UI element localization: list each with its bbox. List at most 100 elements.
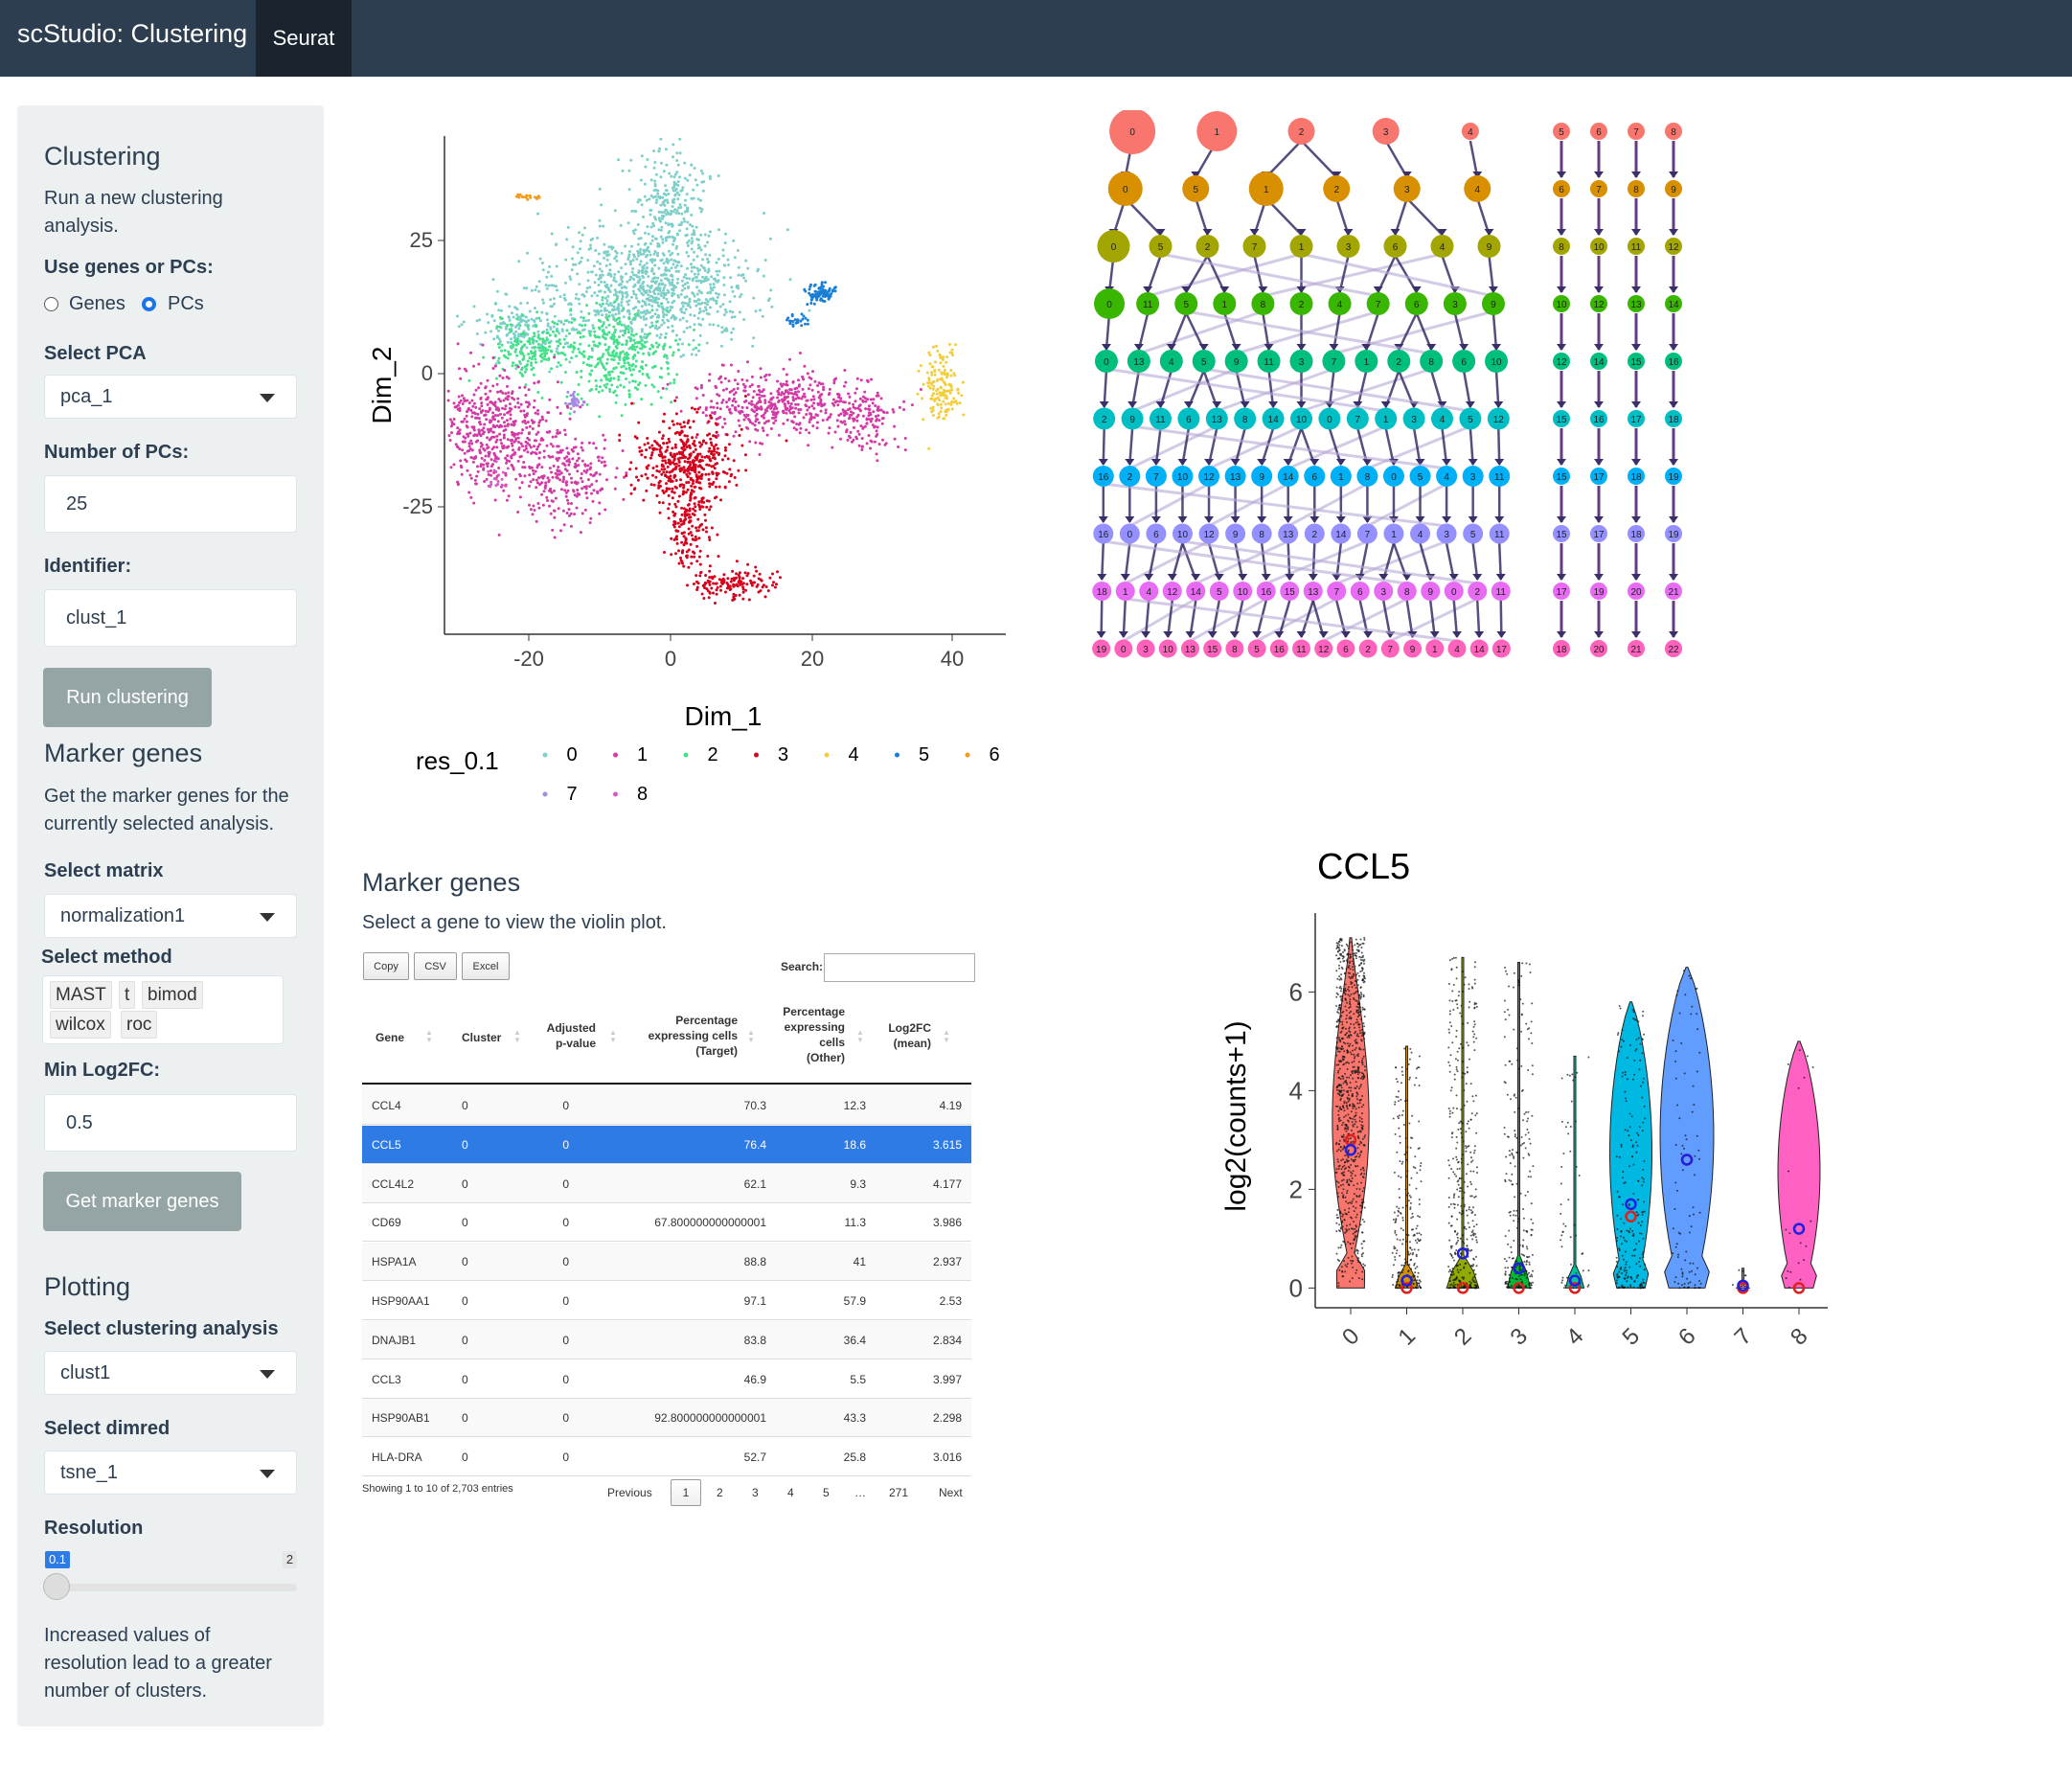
radio-genes[interactable] (44, 297, 58, 311)
tsne-point (674, 338, 678, 342)
tsne-point (664, 273, 668, 277)
tsne-point (597, 312, 601, 316)
tsne-point (876, 433, 879, 436)
method-chip-t[interactable]: t (119, 981, 136, 1009)
tsne-point (653, 287, 657, 291)
clustree-node-label: 5 (1254, 645, 1260, 655)
clustree-node-label: 13 (1133, 357, 1145, 368)
tsne-point (504, 473, 508, 477)
tsne-point (631, 289, 635, 293)
tsne-point (558, 363, 562, 367)
run-clustering-button[interactable]: Run clustering (43, 668, 212, 727)
resolution-slider-handle[interactable] (43, 1573, 70, 1600)
tsne-point (612, 391, 616, 395)
clustree-node-label: 10 (1177, 530, 1189, 540)
identifier-input[interactable]: clust_1 (44, 589, 297, 647)
select-pca-dropdown[interactable]: pca_1 (44, 375, 297, 419)
tsne-point (850, 413, 854, 417)
method-chip-roc[interactable]: roc (121, 1011, 158, 1039)
select-dimred-dropdown[interactable]: tsne_1 (44, 1451, 297, 1495)
tsne-point (672, 454, 676, 458)
clustree-arrowhead (1557, 171, 1566, 178)
tsne-point (557, 361, 560, 364)
tsne-point (827, 416, 831, 420)
method-chip-bimod[interactable]: bimod (142, 981, 203, 1009)
tsne-point (752, 574, 756, 578)
tsne-point (708, 508, 712, 512)
tsne-point (679, 307, 683, 310)
tsne-point (586, 270, 590, 274)
tsne-point (677, 193, 681, 196)
tsne-point (491, 278, 495, 282)
tsne-point (612, 349, 616, 353)
tsne-ytick-label: 25 (410, 228, 433, 252)
tsne-point (645, 262, 649, 265)
clustree-node-label: 3 (1143, 645, 1149, 655)
tsne-point (521, 428, 525, 432)
tsne-point (683, 176, 687, 180)
tsne-point (649, 213, 652, 217)
clustree-arrowhead (1118, 631, 1128, 638)
tsne-point (536, 502, 540, 505)
tsne-point (563, 371, 567, 374)
tsne-point (479, 396, 483, 400)
tsne-point (688, 507, 692, 511)
min-log2fc-input[interactable]: 0.5 (44, 1094, 297, 1152)
legend-label: 4 (848, 744, 858, 765)
tsne-point (646, 308, 649, 312)
tsne-point (601, 389, 604, 393)
tsne-point (536, 464, 540, 468)
tsne-point (674, 465, 678, 468)
resolution-slider-track[interactable] (57, 1584, 297, 1591)
clustree-arrowhead (1669, 344, 1678, 351)
tsne-point (647, 275, 650, 279)
tsne-point (661, 308, 665, 311)
tsne-point (566, 451, 570, 455)
tsne-point (609, 284, 613, 287)
tsne-point (640, 474, 644, 478)
tsne-point (486, 312, 490, 316)
radio-pcs[interactable] (142, 297, 156, 311)
tsne-point (642, 314, 646, 318)
tsne-point (950, 407, 954, 411)
tsne-point (759, 308, 763, 312)
select-matrix-dropdown[interactable]: normalization1 (44, 894, 297, 938)
tsne-point (456, 407, 460, 411)
clustree-edge-faint (1138, 309, 1264, 355)
tsne-point (668, 440, 672, 444)
tsne-point (730, 337, 734, 341)
tsne-point (590, 388, 594, 391)
tsne-point (732, 327, 735, 331)
tsne-point (661, 217, 664, 220)
tsne-point (641, 360, 645, 364)
tsne-point (667, 290, 671, 294)
tsne-point (663, 284, 667, 287)
method-chip-wilcox[interactable]: wilcox (50, 1011, 111, 1039)
tsne-point (691, 537, 694, 541)
tsne-point (695, 255, 699, 259)
tab-seurat[interactable]: Seurat (256, 0, 352, 77)
tsne-point (595, 479, 599, 483)
tsne-point (844, 380, 848, 384)
tsne-point (494, 377, 498, 380)
tsne-point (495, 446, 499, 449)
num-pcs-input[interactable]: 25 (44, 475, 297, 533)
tsne-point (939, 410, 943, 414)
tsne-point (664, 268, 667, 272)
tsne-point (553, 515, 557, 519)
tsne-point (704, 414, 708, 418)
clustree-node-label: 3 (1404, 185, 1410, 195)
get-marker-genes-button[interactable]: Get marker genes (43, 1172, 241, 1231)
clustree-node-label: 17 (1593, 530, 1605, 540)
tsne-point (658, 336, 662, 339)
tsne-point (654, 324, 658, 328)
method-chip-mast[interactable]: MAST (50, 981, 112, 1009)
tsne-point (595, 301, 599, 305)
tsne-point (573, 410, 577, 414)
tsne-point (478, 450, 482, 454)
tsne-point (493, 498, 497, 502)
tsne-point (489, 485, 492, 489)
tsne-point (708, 564, 712, 568)
select-clustering-analysis-dropdown[interactable]: clust1 (44, 1351, 297, 1395)
tsne-point (687, 286, 690, 289)
